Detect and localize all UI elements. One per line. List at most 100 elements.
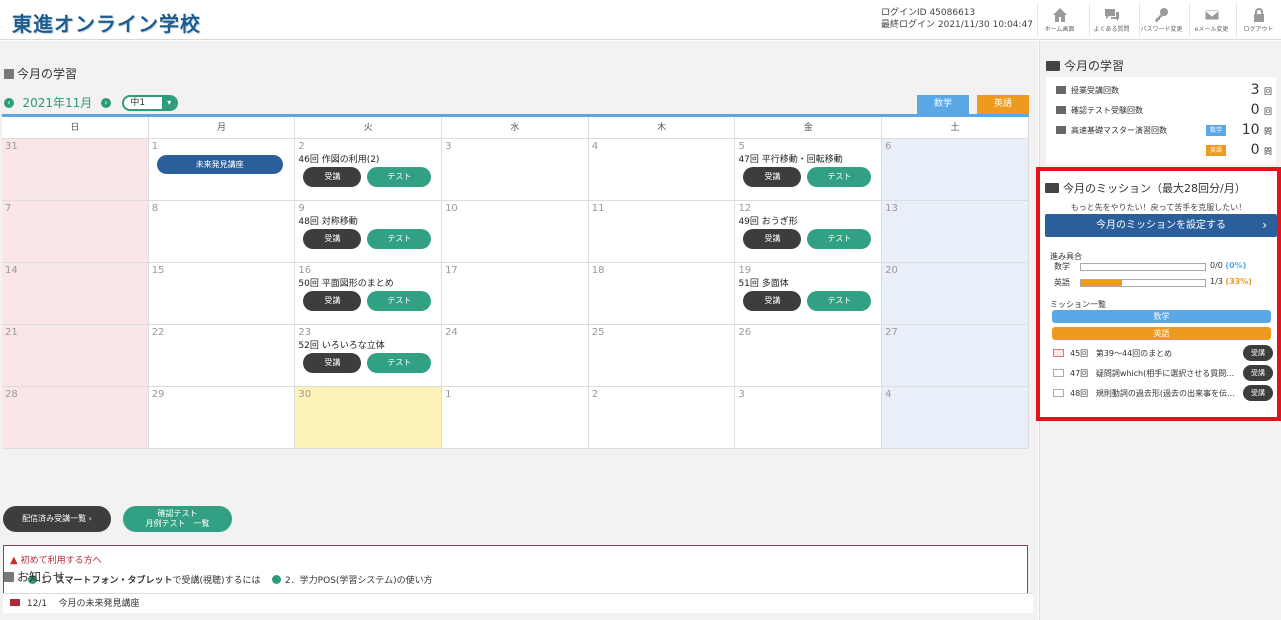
key-icon xyxy=(1140,4,1183,24)
math-badge: 数学 xyxy=(1206,125,1226,136)
special-lecture-button[interactable]: 未来発見講座 xyxy=(156,155,283,174)
mission-subtitle: もっと先をやりたい！戻って苦手を克服したい！ xyxy=(1070,203,1247,212)
test-button[interactable]: テスト xyxy=(807,167,872,187)
calendar-week: 28 29 30 1 2 3 4 xyxy=(2,387,1029,449)
test-button[interactable]: テスト xyxy=(807,229,872,249)
envelope-icon xyxy=(10,599,20,606)
test-button[interactable]: テスト xyxy=(367,291,432,311)
site-logo[interactable]: 東進オンライン学校 xyxy=(12,8,201,37)
attend-button[interactable]: 受講 xyxy=(743,291,802,311)
test-button[interactable]: テスト xyxy=(367,229,432,249)
arrow-circle-icon xyxy=(271,575,281,584)
day-number: 19 xyxy=(738,265,752,276)
tab-math[interactable]: 数学 xyxy=(917,95,969,114)
mission-english-bar[interactable]: 英語 xyxy=(1052,327,1271,340)
day-number: 9 xyxy=(298,203,305,214)
mission-list-label: ミッション一覧 xyxy=(1050,300,1106,309)
nav-home-button[interactable]: ホーム画面 xyxy=(1037,4,1081,36)
calendar-weekday-header: 日月火水木金土 xyxy=(2,117,1029,139)
set-mission-button[interactable]: 今月のミッションを設定する › xyxy=(1045,214,1277,237)
nav-logout-button[interactable]: ログアウト xyxy=(1236,4,1280,36)
attend-button[interactable]: 受講 xyxy=(303,167,362,187)
chevron-down-icon: ▾ xyxy=(162,96,177,109)
calendar-day: 21 xyxy=(2,325,149,387)
lesson-title: 49回 おうぎ形 xyxy=(738,217,798,227)
calendar-day: 3 xyxy=(735,387,883,449)
calendar-day: 1 xyxy=(442,387,589,449)
video-thumb-icon xyxy=(1053,369,1064,377)
calendar-week: 7 8 9 48回 対称移動 受講 テスト 10 11 12 49回 おうぎ形 受講 テスト 13 xyxy=(2,201,1029,263)
calendar-day: 18 xyxy=(588,263,736,325)
warning-icon: ▲ xyxy=(10,555,18,566)
pencil-icon xyxy=(1056,106,1066,114)
mission-item: 48回 規則動詞の過去形(過去の出来事を伝… 受講 xyxy=(1053,385,1273,402)
test-button[interactable]: テスト xyxy=(367,167,432,187)
calendar-day: 2 xyxy=(588,387,736,449)
attend-button[interactable]: 受講 xyxy=(743,167,802,187)
day-number: 28 xyxy=(5,389,18,400)
calendar-day: 7 xyxy=(2,201,149,263)
prev-month-button[interactable]: ‹ xyxy=(4,97,14,108)
day-number: 18 xyxy=(591,265,605,276)
nav-faq-button[interactable]: よくある質問 xyxy=(1089,4,1133,36)
monthly-study-title: 今月の学習 xyxy=(4,65,77,82)
attend-button[interactable]: 受講 xyxy=(1243,345,1273,361)
attend-button[interactable]: 受講 xyxy=(303,353,362,373)
day-number: 17 xyxy=(445,265,458,276)
progress-english: 英語 1/3 (33%) xyxy=(1054,277,1252,287)
study-stats: 授業受講回数 3 回 確認テスト受験回数 0 回 高速基礎マスター演習回数 数学… xyxy=(1046,77,1276,165)
first-time-guide: ▲ 初めて利用する方へ 1．スマートフォン・タブレットで受講(視聴)するには 2… xyxy=(3,545,1028,598)
monthly-mission-panel: 今月のミッション（最大28回分/月） もっと先をやりたい！戻って苦手を克服したい… xyxy=(1036,167,1281,421)
day-number: 25 xyxy=(591,327,605,338)
test-button[interactable]: テスト xyxy=(807,291,872,311)
chevron-right-icon: › xyxy=(1262,218,1267,232)
home-icon xyxy=(1038,4,1081,24)
calendar-week: 31 1 未来発見講座 2 46回 作図の利用(2) 受講 テスト 3 4 5 47回 平行移動・回… xyxy=(2,139,1029,201)
stat-lessons: 授業受講回数 3 回 xyxy=(1056,82,1272,101)
mission-title: 今月のミッション（最大28回分/月） xyxy=(1045,180,1246,196)
attend-button[interactable]: 受講 xyxy=(1243,385,1273,401)
attend-button[interactable]: 受講 xyxy=(743,229,802,249)
calendar-day: 30 xyxy=(295,387,443,449)
nav-password-button[interactable]: パスワード変更 xyxy=(1139,4,1183,36)
weekday-header: 水 xyxy=(442,117,589,139)
day-number: 30 xyxy=(298,389,312,400)
day-number: 16 xyxy=(298,265,312,276)
day-number: 22 xyxy=(151,327,165,338)
calendar-day: 11 xyxy=(588,201,736,263)
attend-button[interactable]: 受講 xyxy=(1243,365,1273,381)
chart-icon xyxy=(1056,126,1066,134)
news-item[interactable]: 12/1 今月の未来発見講座 xyxy=(3,593,1033,613)
day-number: 14 xyxy=(5,265,18,276)
weekday-header: 月 xyxy=(148,117,296,139)
day-number: 13 xyxy=(885,203,898,214)
attend-button[interactable]: 受講 xyxy=(303,291,362,311)
progress-bar-english xyxy=(1080,279,1206,287)
grade-select[interactable]: 中1 ▾ xyxy=(122,94,179,111)
calendar-day: 9 48回 対称移動受講 テスト xyxy=(295,201,443,263)
news-title: お知らせ xyxy=(4,568,65,585)
calendar-icon xyxy=(4,572,14,582)
attend-button[interactable]: 受講 xyxy=(303,229,362,249)
day-number: 15 xyxy=(151,265,165,276)
calendar: 日月火水木金土 31 1 未来発見講座 2 46回 作図の利用(2) 受講 テスト 3 4 5 47… xyxy=(2,114,1029,449)
calendar-day: 29 xyxy=(148,387,296,449)
delivered-list-button[interactable]: 配信済み受講一覧 › xyxy=(3,506,111,532)
pos-guide-link[interactable]: 2．学力POS(学習システム)の使い方 xyxy=(271,575,433,586)
weekday-header: 金 xyxy=(735,117,883,139)
next-month-button[interactable]: › xyxy=(100,97,111,108)
day-number: 11 xyxy=(591,203,605,214)
test-button[interactable]: テスト xyxy=(367,353,432,373)
day-number: 6 xyxy=(885,141,892,152)
lesson-title: 48回 対称移動 xyxy=(298,217,358,227)
tab-english[interactable]: 英語 xyxy=(977,95,1029,114)
test-list-button[interactable]: 確認テスト 月例テスト 一覧 xyxy=(123,506,232,532)
calendar-day: 20 xyxy=(882,263,1029,325)
calendar-day: 5 47回 平行移動・回転移動 受講 テスト xyxy=(735,139,883,201)
video-thumb-icon xyxy=(1053,389,1064,397)
lesson-title: 51回 多面体 xyxy=(738,279,789,289)
mission-math-bar[interactable]: 数学 xyxy=(1052,310,1271,323)
mission-item: 47回 疑問詞which(相手に選択させる質問… 受講 xyxy=(1053,365,1273,382)
nav-email-button[interactable]: eメール変更 xyxy=(1189,4,1233,36)
stat-practice-math: 高速基礎マスター演習回数 数学 10 問 xyxy=(1056,122,1272,141)
